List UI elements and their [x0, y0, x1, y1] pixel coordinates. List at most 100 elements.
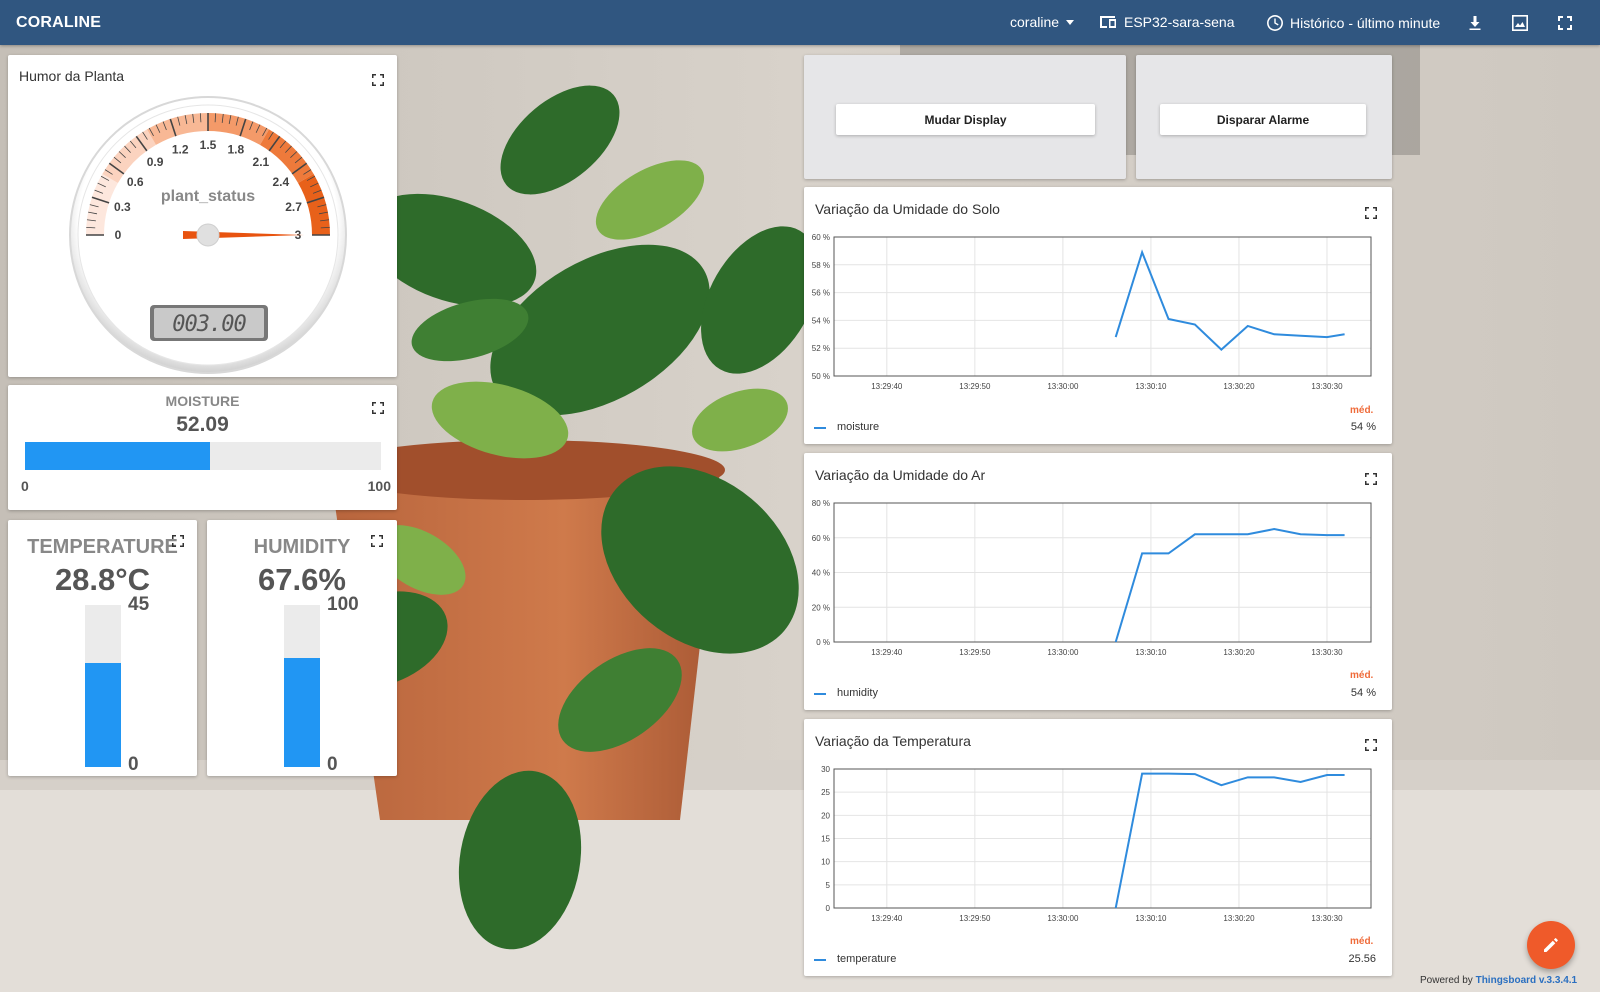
mudar-display-widget: Mudar Display: [804, 55, 1126, 179]
legend-series-name[interactable]: moisture: [837, 421, 879, 433]
gauge-tick-label: 1.2: [172, 142, 189, 156]
legend-average-value: 25.56: [1348, 953, 1376, 965]
disparar-alarme-button[interactable]: Disparar Alarme: [1160, 104, 1366, 135]
temperature-widget: TEMPERATURE 28.8°C 45 0: [8, 520, 197, 776]
legend-swatch: [814, 959, 826, 961]
y-tick-label: 15: [821, 835, 830, 844]
x-tick-label: 13:29:50: [959, 382, 991, 391]
legend-average-value: 54 %: [1350, 687, 1376, 699]
x-tick-label: 13:30:30: [1311, 648, 1343, 657]
legend-swatch: [814, 693, 826, 695]
y-tick-label: 5: [826, 881, 831, 890]
export-image-button[interactable]: [1510, 13, 1530, 33]
powered-by-footer: Powered by Thingsboard v.3.3.4.1: [1420, 975, 1577, 986]
plot-area-border: [833, 236, 1372, 377]
device-selector-label: ESP32-sara-sena: [1124, 14, 1235, 30]
gauge-tick-label: 0: [115, 228, 122, 242]
y-tick-label: 54 %: [812, 316, 830, 325]
widget-fullscreen-button[interactable]: [371, 73, 385, 87]
x-tick-label: 13:30:10: [1135, 382, 1167, 391]
average-header: méd.: [1350, 405, 1374, 416]
fullscreen-button[interactable]: [1555, 13, 1575, 33]
chart-title: Variação da Temperatura: [815, 733, 971, 749]
soil-moisture-chart-widget: Variação da Umidade do Solo 50 % 52 % 54 %…: [804, 187, 1392, 444]
x-tick-label: 13:29:40: [871, 914, 903, 923]
moisture-bar-fill: [25, 442, 211, 470]
y-tick-label: 0: [826, 904, 831, 913]
y-tick-label: 80 %: [812, 499, 830, 508]
dropdown-icon: [1066, 20, 1075, 25]
x-tick-label: 13:30:30: [1311, 382, 1343, 391]
device-selector[interactable]: ESP32-sara-sena: [1098, 14, 1235, 30]
widget-fullscreen-button[interactable]: [1364, 472, 1378, 486]
line-chart: 50 % 52 % 54 % 56 % 58 % 60 % 13:29:40 13:29:50…: [812, 233, 1372, 391]
legend-series-name[interactable]: humidity: [837, 687, 878, 699]
x-tick-label: 13:30:20: [1223, 382, 1255, 391]
average-header: méd.: [1350, 936, 1374, 947]
timewindow-selector[interactable]: Histórico - último minute: [1266, 14, 1440, 32]
x-tick-label: 13:29:50: [959, 914, 991, 923]
gauge-dial: 00.30.60.91.21.51.82.12.42.73 plant_stat…: [69, 96, 347, 374]
gauge-minor-tick: [214, 113, 217, 123]
x-tick-label: 13:30:30: [1311, 914, 1343, 923]
user-menu-label: coraline: [1010, 14, 1060, 30]
humidity-bar-fill: [284, 657, 320, 767]
moisture-bar-track: [25, 442, 381, 470]
device-icon: [1100, 16, 1116, 28]
y-tick-label: 60 %: [812, 534, 830, 543]
chart-title: Variação da Umidade do Ar: [815, 467, 986, 483]
y-tick-label: 20: [821, 811, 830, 820]
gauge-tick-label: 2.7: [285, 200, 302, 214]
gauge-center-label: plant_status: [161, 188, 255, 205]
y-tick-label: 52 %: [812, 344, 830, 353]
fullscreen-icon: [1558, 16, 1572, 30]
series-line-humidity: [1114, 528, 1345, 643]
thingsboard-link[interactable]: Thingsboard v.3.3.4.1: [1476, 975, 1578, 986]
x-tick-label: 13:30:20: [1223, 648, 1255, 657]
gauge-tick-label: 1.8: [227, 142, 244, 156]
edit-dashboard-button[interactable]: [1527, 921, 1575, 969]
moisture-max: 100: [367, 478, 391, 494]
widget-fullscreen-button[interactable]: [1364, 738, 1378, 752]
legend-series-name[interactable]: temperature: [837, 953, 896, 965]
widget-fullscreen-button[interactable]: [370, 534, 384, 548]
pencil-icon: [1544, 938, 1558, 952]
gauge-tick-label: 2.1: [253, 155, 270, 169]
temperature-bar-fill: [85, 663, 121, 767]
image-icon: [1512, 15, 1528, 31]
temperature-max: 45: [128, 594, 150, 615]
fullscreen-icon: [371, 535, 383, 547]
y-tick-label: 50 %: [812, 372, 830, 381]
y-tick-label: 58 %: [812, 261, 830, 270]
widget-fullscreen-button[interactable]: [371, 401, 385, 415]
fullscreen-icon: [372, 402, 384, 414]
gauge-title: Humor da Planta: [19, 68, 125, 84]
y-tick-label: 56 %: [812, 289, 830, 298]
x-tick-label: 13:29:50: [959, 648, 991, 657]
series-line-temperature: [1114, 772, 1345, 909]
mudar-display-button[interactable]: Mudar Display: [836, 104, 1095, 135]
legend-swatch: [814, 427, 826, 429]
gauge-minor-tick: [320, 226, 330, 229]
gauge-widget: Humor da Planta 0 0.3 0.6 0.9 1.2 1.5 1.8 2.1 2.…: [8, 55, 397, 377]
y-tick-label: 40 %: [812, 569, 830, 578]
average-header: méd.: [1350, 670, 1374, 681]
temperature-min: 0: [128, 754, 139, 775]
user-menu[interactable]: coraline: [1010, 14, 1075, 30]
download-button[interactable]: [1465, 13, 1485, 33]
gauge-tick-label: 1.5: [200, 138, 217, 152]
series-line-moisture: [1114, 249, 1345, 351]
temperature-bar-track: [85, 605, 121, 767]
chart-title: Variação da Umidade do Solo: [815, 201, 1000, 217]
widget-fullscreen-button[interactable]: [1364, 206, 1378, 220]
y-tick-label: 20 %: [812, 603, 830, 612]
widget-fullscreen-button[interactable]: [171, 534, 185, 548]
x-tick-label: 13:30:00: [1047, 382, 1079, 391]
fullscreen-icon: [372, 74, 384, 86]
humidity-bar-track: [284, 605, 320, 767]
temperature-value: 28.8°C: [54, 562, 151, 597]
x-tick-label: 13:29:40: [871, 648, 903, 657]
clock-icon: [1267, 15, 1284, 31]
top-toolbar: CORALINE coraline ESP32-sara-sena Histór…: [0, 0, 1600, 45]
x-tick-label: 13:30:20: [1223, 914, 1255, 923]
